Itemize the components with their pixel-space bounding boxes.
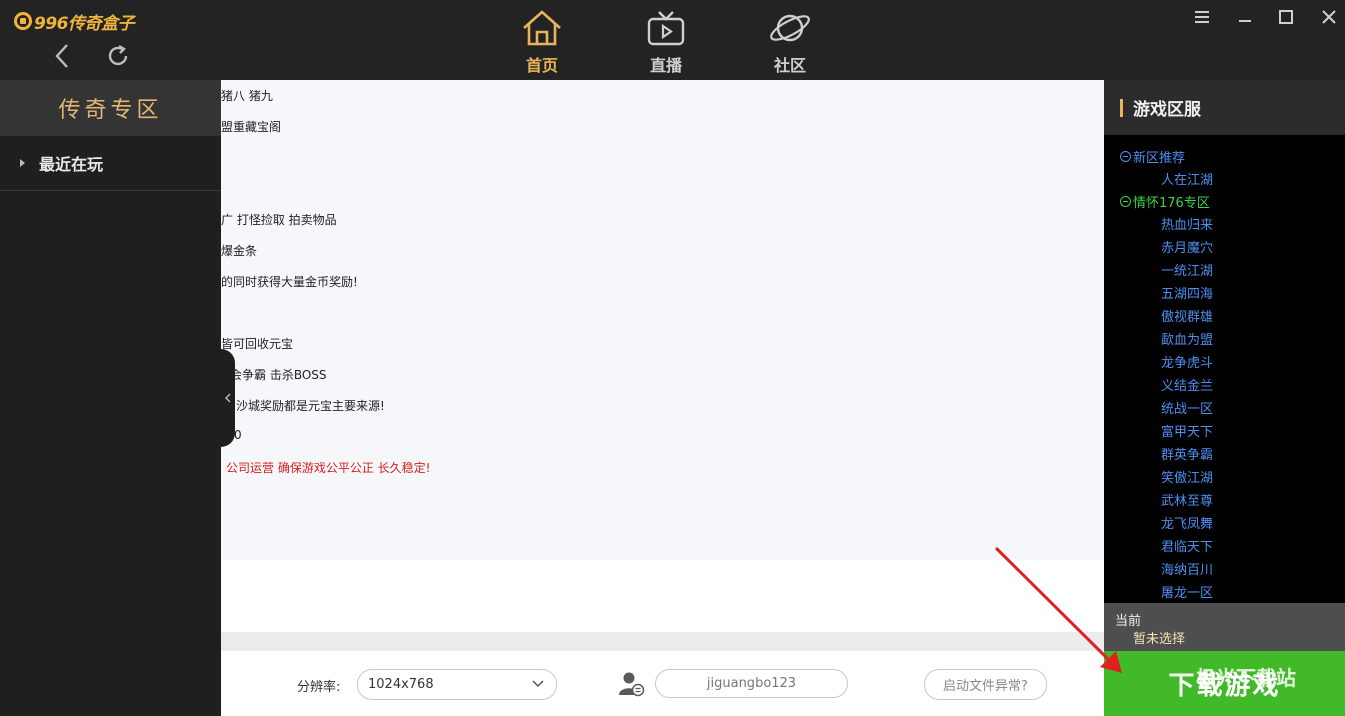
sidebar-item-recent[interactable]: 最近在玩 (0, 136, 221, 191)
server-group[interactable]: 新区推荐 (1120, 147, 1185, 166)
resolution-label: 分辨率: (297, 680, 341, 695)
watermark: 极光下载站 (1196, 666, 1296, 690)
server-item[interactable]: 一统江湖 (1161, 260, 1213, 279)
app-window: 996传奇盒子 首页 直播 社区 传奇专区 最近在玩 猪八 猪九 盟重藏宝阁 广… (0, 0, 1345, 716)
chevron-left-icon (55, 44, 68, 68)
server-item[interactable]: 人在江湖 (1161, 169, 1213, 188)
launch-bar: 分辨率: 1024x768 jiguangbo123 启动文件异常? (221, 651, 1104, 716)
content-line: 爆金条 (221, 244, 258, 258)
menu-button[interactable] (1190, 6, 1214, 28)
content-area: 猪八 猪九 盟重藏宝阁 广 打怪捡取 拍卖物品 爆金条 的同时获得大量金币奖励!… (221, 80, 1104, 560)
content-blank-area (221, 560, 1104, 632)
minimize-button[interactable] (1233, 6, 1257, 28)
server-panel: 游戏区服 新区推荐人在江湖情怀176专区热血归来赤月魔穴一统江湖五湖四海傲视群雄… (1104, 80, 1345, 716)
server-panel-title: 游戏区服 (1133, 100, 1201, 120)
chevron-left-icon (225, 393, 231, 403)
current-server: 当前 暂未选择 (1104, 603, 1345, 651)
server-item[interactable]: 赤月魔穴 (1161, 237, 1213, 256)
server-group-label: 情怀176专区 (1133, 196, 1210, 211)
logo-icon (14, 12, 32, 30)
server-group[interactable]: 情怀176专区 (1120, 192, 1210, 211)
planet-icon (767, 8, 813, 48)
tab-live-label: 直播 (649, 56, 682, 75)
title-bar: 996传奇盒子 首页 直播 社区 (0, 0, 1345, 80)
server-item[interactable]: 五湖四海 (1161, 283, 1213, 302)
content-line: 的同时获得大量金币奖励! (221, 275, 358, 289)
maximize-button[interactable] (1274, 6, 1298, 28)
tab-home[interactable]: 首页 (507, 8, 577, 76)
logo-text: 996传奇盒子 (34, 13, 135, 34)
launch-error-button[interactable]: 启动文件异常? (924, 669, 1047, 700)
tab-live[interactable]: 直播 (631, 8, 701, 76)
content-line: 0 (234, 428, 242, 442)
content-line: 猪八 猪九 (221, 89, 273, 103)
server-item[interactable]: 统战一区 (1161, 398, 1213, 417)
sidebar: 传奇专区 最近在玩 (0, 80, 221, 716)
content-line: 会争霸 击杀BOSS (230, 368, 327, 382)
server-group-label: 新区推荐 (1133, 151, 1186, 166)
accent-bar (1120, 98, 1123, 117)
content-line: 盟重藏宝阁 (221, 120, 282, 134)
server-panel-header: 游戏区服 (1104, 80, 1345, 135)
server-item[interactable]: 笑傲江湖 (1161, 467, 1213, 486)
account-value: jiguangbo123 (706, 676, 797, 691)
server-item[interactable]: 龙争虎斗 (1161, 352, 1213, 371)
server-item[interactable]: 傲视群雄 (1161, 306, 1213, 325)
close-button[interactable] (1317, 6, 1341, 28)
content-line: 广 打怪捡取 拍卖物品 (221, 213, 337, 227)
tab-community-label: 社区 (773, 56, 806, 75)
server-tree: 新区推荐人在江湖情怀176专区热血归来赤月魔穴一统江湖五湖四海傲视群雄歃血为盟龙… (1104, 135, 1345, 603)
close-icon (1322, 10, 1336, 24)
collapse-sidebar-button[interactable] (221, 349, 235, 447)
server-item[interactable]: 海纳百川 (1161, 559, 1213, 578)
home-icon (519, 8, 565, 48)
server-item[interactable]: 热血归来 (1161, 214, 1213, 233)
chevron-down-icon (532, 680, 544, 688)
minimize-icon (1239, 20, 1251, 22)
resolution-value: 1024x768 (368, 677, 434, 692)
user-switch-icon[interactable] (619, 671, 645, 701)
refresh-button[interactable] (100, 38, 136, 74)
collapse-circle-icon (1120, 196, 1131, 207)
server-item[interactable]: 歃血为盟 (1161, 329, 1213, 348)
server-item[interactable]: 武林至尊 (1161, 490, 1213, 509)
resolution-select[interactable]: 1024x768 (357, 669, 557, 700)
tab-community[interactable]: 社区 (755, 8, 825, 76)
server-item[interactable]: 龙飞凤舞 (1161, 513, 1213, 532)
content-line-highlight: 公司运营 确保游戏公平公正 长久稳定! (226, 461, 431, 475)
launch-error-label: 启动文件异常? (943, 679, 1028, 694)
content-line: 沙城奖励都是元宝主要来源! (236, 399, 385, 413)
account-field[interactable]: jiguangbo123 (655, 669, 848, 698)
collapse-circle-icon (1120, 151, 1131, 162)
refresh-icon (108, 44, 128, 66)
app-logo: 996传奇盒子 (14, 9, 135, 34)
server-item[interactable]: 君临天下 (1161, 536, 1213, 555)
current-server-label: 当前 (1115, 614, 1142, 629)
caret-right-icon (20, 159, 25, 167)
tv-icon (643, 8, 689, 48)
server-item[interactable]: 群英争霸 (1161, 444, 1213, 463)
sidebar-title: 传奇专区 (0, 80, 221, 136)
current-server-value: 暂未选择 (1133, 632, 1186, 647)
content-divider (221, 632, 1104, 651)
content-line: 皆可回收元宝 (221, 337, 294, 351)
back-button[interactable] (44, 38, 80, 74)
hamburger-icon (1195, 11, 1209, 23)
tab-home-label: 首页 (525, 56, 558, 75)
server-item[interactable]: 屠龙一区 (1161, 582, 1213, 601)
sidebar-item-label: 最近在玩 (39, 155, 104, 174)
server-item[interactable]: 义结金兰 (1161, 375, 1213, 394)
server-item[interactable]: 富甲天下 (1161, 421, 1213, 440)
maximize-icon (1279, 10, 1293, 24)
